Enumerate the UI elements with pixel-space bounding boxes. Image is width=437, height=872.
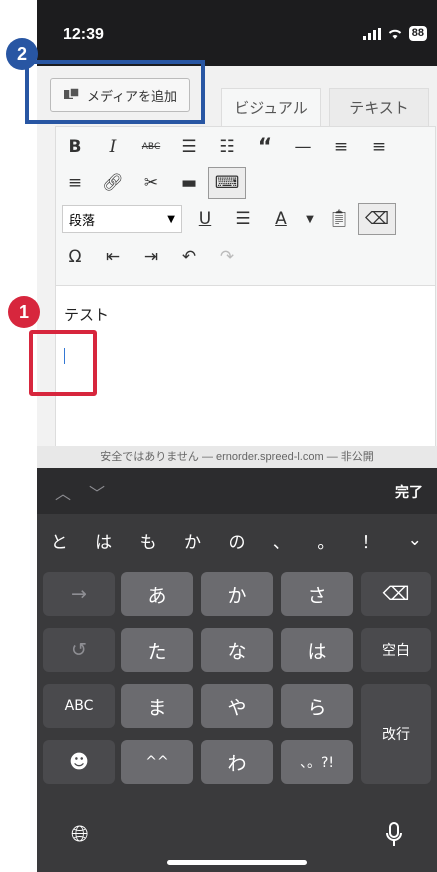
- text-color-dropdown-icon[interactable]: ▼: [300, 203, 320, 235]
- keyboard: ︿﹀ 完了 と は も か の 、 。 ！ ⌄ → あ か さ ⌫ ↺ た な …: [37, 468, 437, 872]
- step-marker-2: 2: [6, 38, 38, 70]
- phone-screen: 12:39 88 メディアを追加 ビジュアル テキスト B I ABC ☰ ☷ …: [37, 0, 437, 872]
- bold-icon[interactable]: B: [56, 131, 94, 163]
- chevron-down-icon: ▼: [167, 213, 175, 225]
- blockquote-icon[interactable]: “: [246, 131, 284, 163]
- read-more-icon[interactable]: ▬: [170, 167, 208, 199]
- align-right-icon[interactable]: ≡: [56, 167, 94, 199]
- kana-key[interactable]: な: [201, 628, 273, 672]
- abc-key[interactable]: ABC: [43, 684, 115, 728]
- editor-toolbar: B I ABC ☰ ☷ “ — ≡ ≡ ≡ 🔗︎ ✂ ▬ ⌨ 段落 ▼ U ☰ …: [55, 126, 436, 286]
- kana-key[interactable]: わ: [201, 740, 273, 784]
- outdent-icon[interactable]: ⇤: [94, 241, 132, 273]
- battery-indicator: 88: [408, 26, 427, 41]
- text-color-icon[interactable]: A: [262, 203, 300, 235]
- indent-icon[interactable]: ⇥: [132, 241, 170, 273]
- candidate-bar: と は も か の 、 。 ！ ⌄: [37, 514, 437, 566]
- redo-icon[interactable]: ↷: [208, 241, 246, 273]
- kana-key[interactable]: さ: [281, 572, 353, 616]
- kana-key[interactable]: あ: [121, 572, 193, 616]
- kana-key[interactable]: ま: [121, 684, 193, 728]
- content-paragraph: テスト: [64, 306, 110, 324]
- unlink-icon[interactable]: ✂: [132, 167, 170, 199]
- undo-key-icon[interactable]: ↺: [43, 628, 115, 672]
- enter-key[interactable]: 改行: [361, 684, 431, 784]
- chevron-down-icon[interactable]: ⌄: [393, 530, 437, 550]
- keyboard-accessory-bar: ︿﹀ 完了: [37, 468, 437, 514]
- globe-icon[interactable]: 🌐︎: [71, 822, 89, 847]
- kana-key[interactable]: は: [281, 628, 353, 672]
- candidate[interactable]: の: [215, 528, 259, 553]
- kana-key[interactable]: ^^: [121, 740, 193, 784]
- emoji-icon[interactable]: ☻: [43, 740, 115, 784]
- next-candidate-key[interactable]: →: [43, 572, 115, 616]
- backspace-icon[interactable]: ⌫: [361, 572, 431, 616]
- italic-icon[interactable]: I: [94, 131, 132, 163]
- numbered-list-icon[interactable]: ☷: [208, 131, 246, 163]
- special-character-icon[interactable]: Ω: [56, 241, 94, 273]
- justify-icon[interactable]: ☰: [224, 203, 262, 235]
- signal-icon: [362, 27, 381, 40]
- candidate[interactable]: 、: [259, 528, 303, 553]
- kana-key[interactable]: 、。?!: [281, 740, 353, 784]
- horizontal-rule-icon[interactable]: —: [284, 131, 322, 163]
- candidate[interactable]: も: [126, 528, 170, 553]
- kana-key[interactable]: か: [201, 572, 273, 616]
- paste-text-icon[interactable]: 📋︎: [320, 203, 358, 235]
- status-time: 12:39: [63, 26, 104, 43]
- link-icon[interactable]: 🔗︎: [94, 167, 132, 199]
- highlight-box-caret: [29, 330, 97, 396]
- format-select[interactable]: 段落 ▼: [62, 205, 182, 233]
- editor-content-area[interactable]: テスト: [55, 286, 436, 446]
- kana-key[interactable]: や: [201, 684, 273, 728]
- bullet-list-icon[interactable]: ☰: [170, 131, 208, 163]
- url-bar: 安全ではありません — ernorder.spreed-l.com — 非公開: [37, 446, 437, 468]
- strikethrough-icon[interactable]: ABC: [132, 131, 170, 163]
- underline-icon[interactable]: U: [186, 203, 224, 235]
- candidate[interactable]: と: [37, 528, 81, 553]
- kana-key[interactable]: た: [121, 628, 193, 672]
- candidate[interactable]: 。: [304, 528, 348, 553]
- wifi-icon: [388, 29, 401, 39]
- format-select-value: 段落: [69, 213, 96, 229]
- field-navigation-arrows[interactable]: ︿﹀: [55, 480, 123, 504]
- align-center-icon[interactable]: ≡: [360, 131, 398, 163]
- microphone-icon[interactable]: [385, 822, 403, 848]
- toolbar-toggle-icon[interactable]: ⌨: [208, 167, 246, 199]
- tab-visual[interactable]: ビジュアル: [221, 88, 321, 126]
- space-key[interactable]: 空白: [361, 628, 431, 672]
- kana-key[interactable]: ら: [281, 684, 353, 728]
- step-marker-1: 1: [8, 296, 40, 328]
- candidate[interactable]: は: [81, 528, 125, 553]
- status-bar: 12:39 88: [37, 0, 437, 66]
- tab-text[interactable]: テキスト: [329, 88, 429, 126]
- align-left-icon[interactable]: ≡: [322, 131, 360, 163]
- undo-icon[interactable]: ↶: [170, 241, 208, 273]
- candidate[interactable]: ！: [348, 528, 392, 553]
- candidate[interactable]: か: [170, 528, 214, 553]
- home-indicator: [167, 860, 307, 865]
- done-button[interactable]: 完了: [395, 482, 423, 502]
- highlight-box-add-media: [25, 60, 205, 124]
- clear-formatting-icon[interactable]: ⌫: [358, 203, 396, 235]
